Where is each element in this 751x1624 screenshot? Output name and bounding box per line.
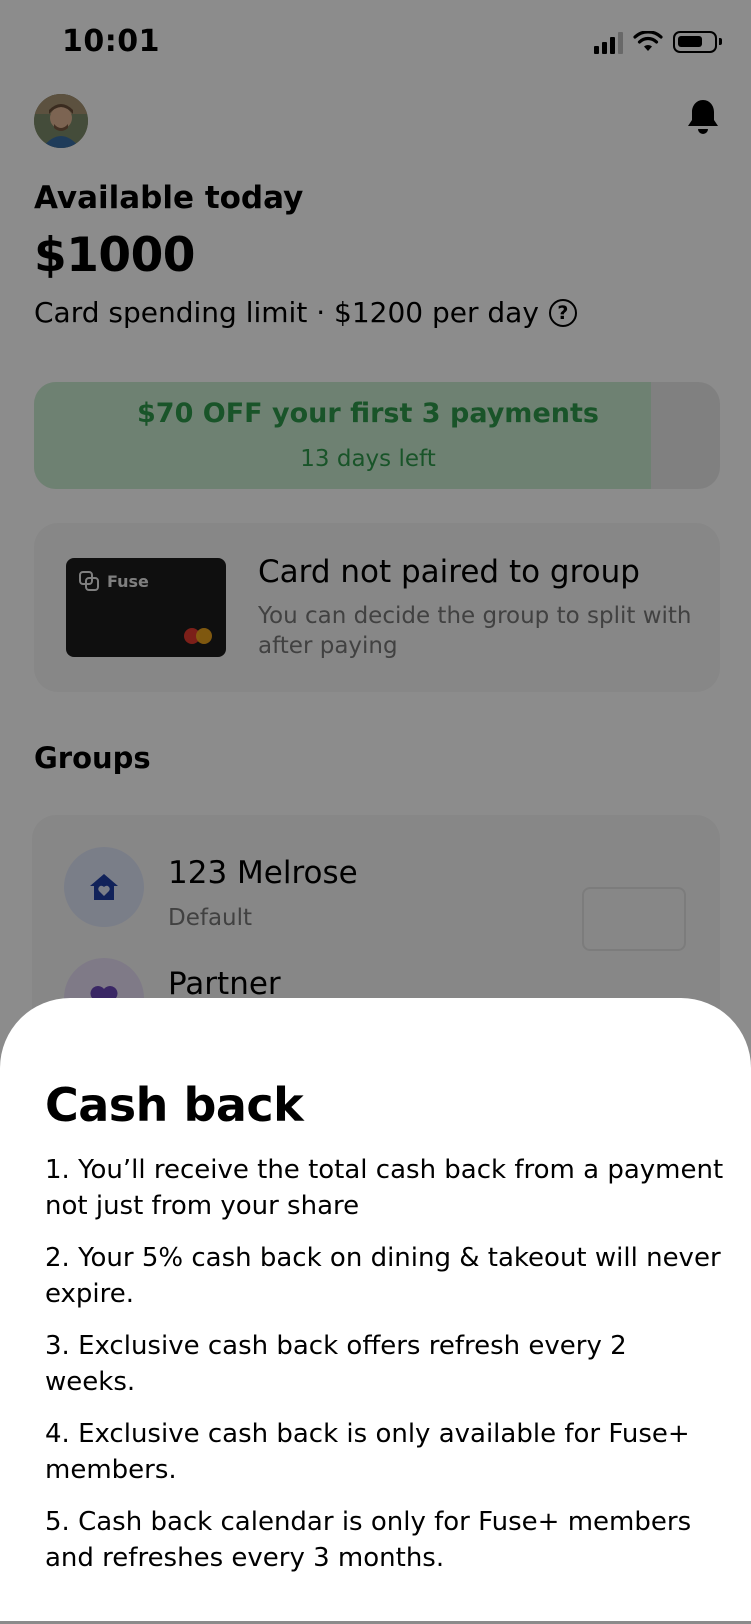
list-item: 3. Exclusive cash back offers refresh ev…: [45, 1331, 627, 1397]
sheet-title: Cash back: [45, 1078, 304, 1132]
list-item: 2. Your 5% cash back on dining & takeout…: [45, 1243, 721, 1309]
cash-back-terms-list: 1. You’ll receive the total cash back fr…: [45, 1152, 725, 1592]
list-item: 5. Cash back calendar is only for Fuse+ …: [45, 1507, 692, 1573]
list-item: 1. You’ll receive the total cash back fr…: [45, 1155, 724, 1221]
home-screen: 10:01 Available today $1000 Card spendin…: [0, 0, 751, 1624]
list-item: 4. Exclusive cash back is only available…: [45, 1419, 690, 1485]
cash-back-sheet: Cash back 1. You’ll receive the total ca…: [0, 998, 751, 1624]
